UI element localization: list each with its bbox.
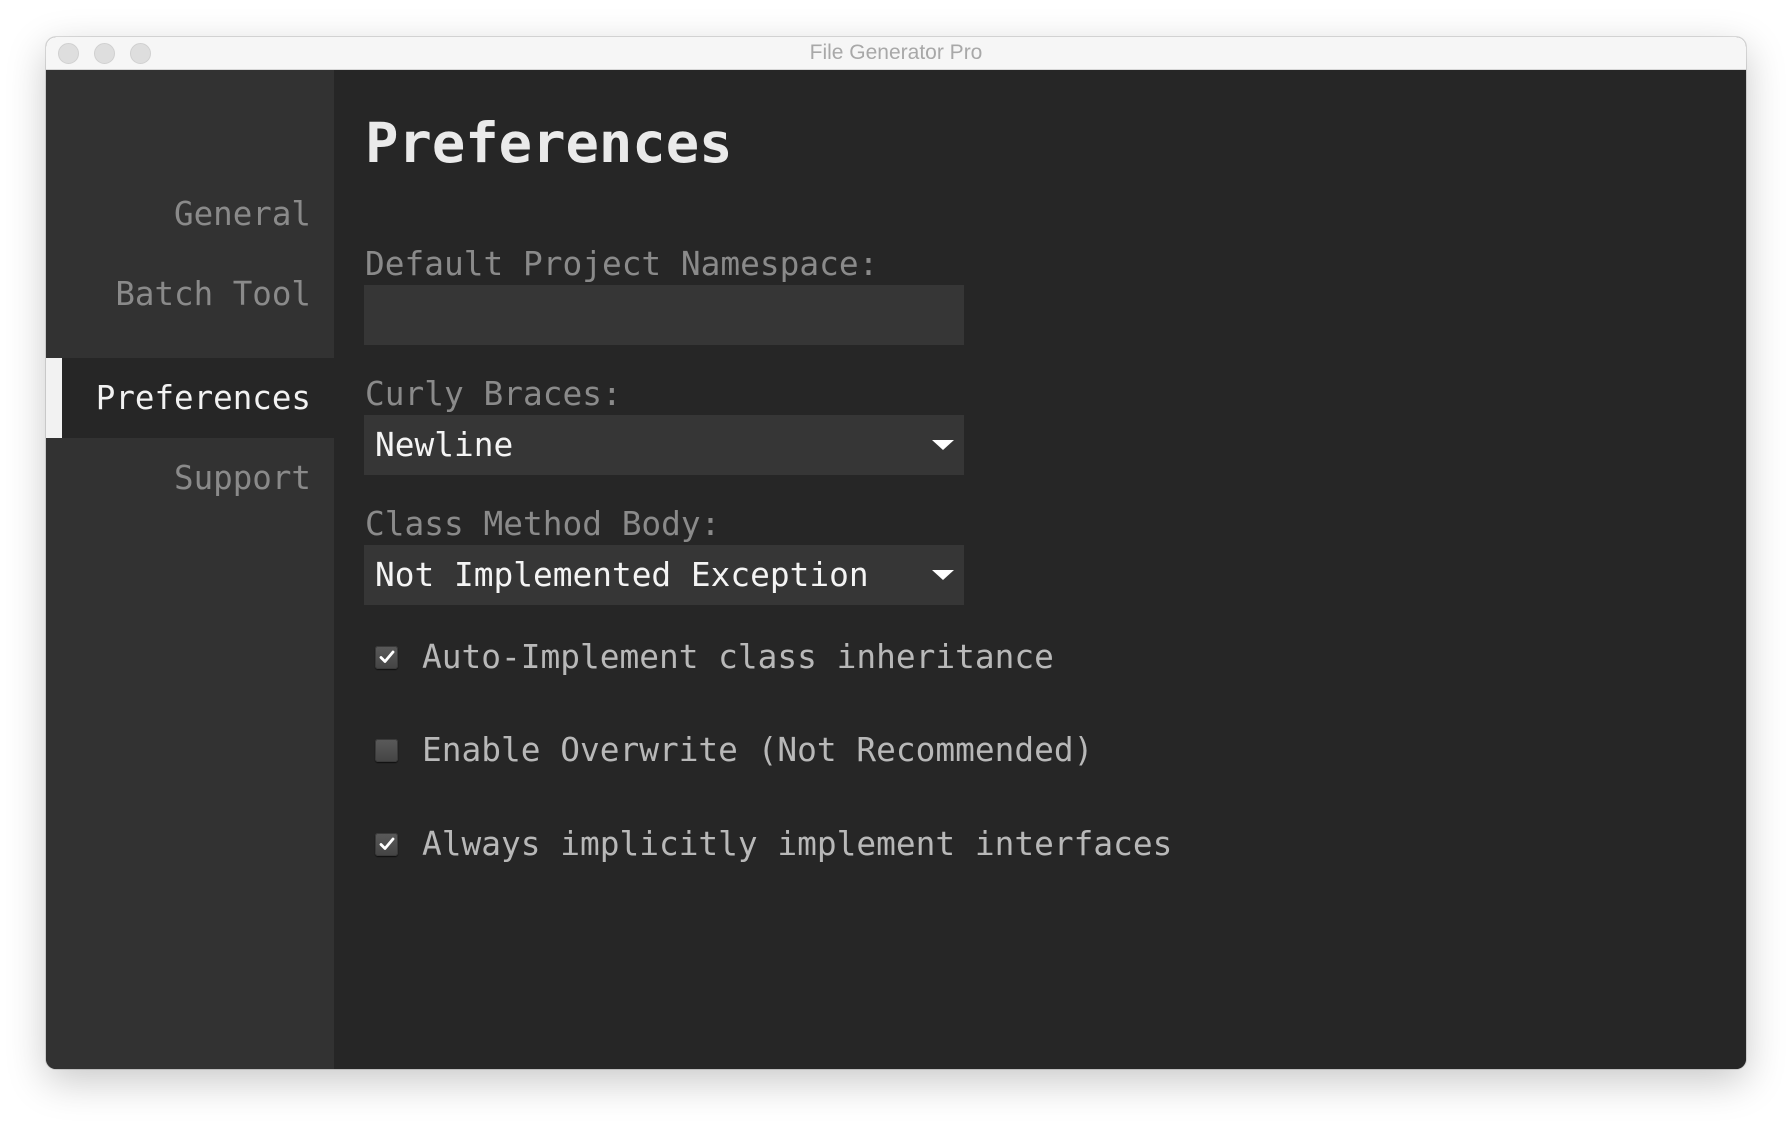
preferences-panel: Preferences Default Project Namespace: C… <box>334 70 1746 1069</box>
namespace-input[interactable] <box>364 285 964 345</box>
checkmark-icon <box>379 837 395 850</box>
sidebar-item-preferences[interactable]: Preferences <box>46 358 334 438</box>
implicit-interfaces-option[interactable]: Always implicitly implement interfaces <box>375 824 1172 864</box>
sidebar-item-label: Support <box>174 459 311 497</box>
sidebar-item-batch-tool[interactable]: Batch Tool <box>46 254 334 334</box>
sidebar-item-label: Preferences <box>95 379 311 417</box>
curly-braces-label: Curly Braces: <box>365 375 622 413</box>
title-bar[interactable]: File Generator Pro <box>46 37 1746 70</box>
app-window: File Generator Pro General Batch Tool Pr… <box>46 37 1746 1069</box>
active-indicator <box>46 358 62 438</box>
namespace-label: Default Project Namespace: <box>365 245 879 283</box>
sidebar-item-general[interactable]: General <box>46 174 334 254</box>
sidebar-item-label: General <box>174 195 311 233</box>
checkbox-label: Always implicitly implement interfaces <box>422 825 1173 863</box>
checkmark-icon <box>379 650 395 663</box>
sidebar: General Batch Tool Preferences Support <box>46 70 334 1069</box>
chevron-down-icon <box>932 440 954 450</box>
enable-overwrite-checkbox[interactable] <box>375 738 398 762</box>
class-method-body-select[interactable]: Not Implemented Exception <box>364 545 964 605</box>
sidebar-item-support[interactable]: Support <box>46 438 334 518</box>
implicit-interfaces-checkbox[interactable] <box>375 832 398 856</box>
curly-braces-value: Newline <box>375 426 514 464</box>
curly-braces-select[interactable]: Newline <box>364 415 964 475</box>
window-title: File Generator Pro <box>809 41 983 64</box>
page-title: Preferences <box>365 111 733 176</box>
checkbox-label: Enable Overwrite (Not Recommended) <box>422 731 1094 769</box>
class-method-body-label: Class Method Body: <box>365 505 721 543</box>
auto-implement-inheritance-option[interactable]: Auto-Implement class inheritance <box>375 637 1054 677</box>
enable-overwrite-option[interactable]: Enable Overwrite (Not Recommended) <box>375 730 1093 770</box>
auto-implement-inheritance-checkbox[interactable] <box>375 645 398 669</box>
chevron-down-icon <box>932 570 954 580</box>
checkbox-label: Auto-Implement class inheritance <box>422 638 1054 676</box>
sidebar-item-label: Batch Tool <box>115 275 311 313</box>
class-method-body-value: Not Implemented Exception <box>375 556 869 594</box>
